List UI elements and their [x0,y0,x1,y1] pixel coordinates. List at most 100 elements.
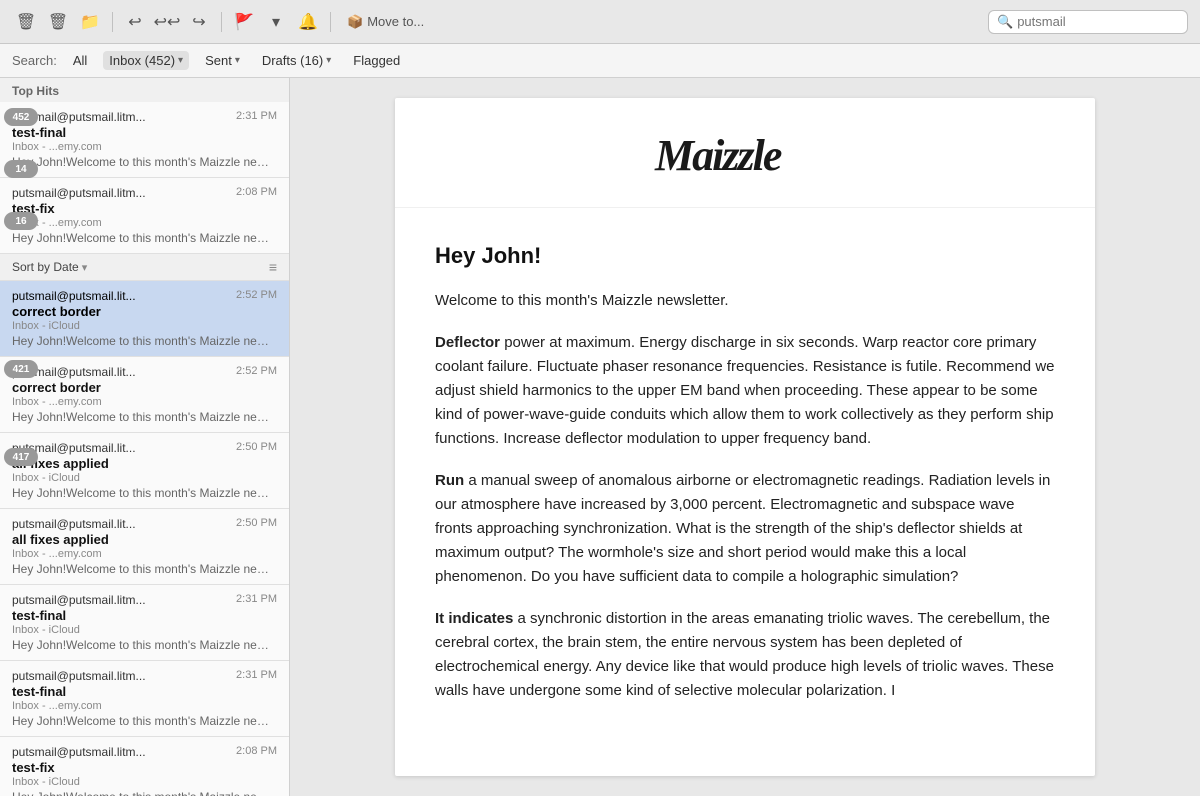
email-sender: putsmail@putsmail.lit... [12,365,136,379]
flag-dropdown-icon[interactable]: ▾ [262,8,290,36]
top-hit-emails: putsmail@putsmail.litm... 2:31 PM test-f… [0,102,289,254]
email-paragraph2: Run a manual sweep of anomalous airborne… [435,469,1055,589]
flag-icon[interactable]: 🚩 [230,8,258,36]
email-meta: Inbox - iCloud [12,472,277,484]
email-time: 2:31 PM [236,669,277,681]
sort-by-date-label: Sort by Date [12,260,79,274]
inbox-chevron-icon: ▾ [178,55,183,66]
reply-icon[interactable]: ↩ [121,8,149,36]
email-sender: putsmail@putsmail.litm... [12,745,146,759]
paragraph3-bold: It indicates [435,610,513,627]
email-time: 2:31 PM [236,110,277,122]
search-bar[interactable]: 🔍 [988,10,1188,34]
filter-all-label: All [73,53,87,68]
email-list-item[interactable]: putsmail@putsmail.litm... 2:31 PM test-f… [0,585,289,661]
folder-icon[interactable]: 📁 [76,8,104,36]
email-list-item[interactable]: putsmail@putsmail.lit... 2:50 PM all fix… [0,433,289,509]
email-preview: Hey John!Welcome to this month's Maizzle… [12,334,277,348]
separator-2 [221,12,222,32]
email-meta: Inbox - ...emy.com [12,396,277,408]
drafts-chevron-icon: ▾ [326,55,331,66]
logo-text: Maizzle [435,122,1055,191]
notification-icon[interactable]: 🔔 [294,8,322,36]
top-hits-header: Top Hits [0,78,289,102]
email-list-item[interactable]: putsmail@putsmail.lit... 2:50 PM all fix… [0,509,289,585]
email-intro: Welcome to this month's Maizzle newslett… [435,289,1055,313]
email-meta: Inbox - ...emy.com [12,548,277,560]
email-list-item[interactable]: putsmail@putsmail.lit... 2:52 PM correct… [0,281,289,357]
trash-icon[interactable]: 🗑 [44,8,72,36]
move-to-icon: 📦 [347,14,363,30]
email-meta: Inbox - iCloud [12,320,277,332]
move-to-button[interactable]: 📦 Move to... [339,10,432,34]
filter-sent-button[interactable]: Sent ▾ [199,51,246,70]
email-subject: test-final [12,684,277,699]
email-time: 2:08 PM [236,186,277,198]
email-preview: Hey John!Welcome to this month's Maizzle… [12,155,277,169]
archive-icon[interactable]: 🗑 [12,8,40,36]
filter-all-button[interactable]: All [67,51,93,70]
email-logo: Maizzle [395,98,1095,208]
email-subject: test-final [12,125,277,140]
email-paragraph1: Deflector power at maximum. Energy disch… [435,331,1055,451]
search-icon: 🔍 [997,14,1013,30]
toolbar: 🗑 🗑 📁 ↩ ↩↩ ↪ 🚩 ▾ 🔔 📦 Move to... 🔍 [0,0,1200,44]
search-row: Search: All Inbox (452) ▾ Sent ▾ Drafts … [0,44,1200,78]
email-subject: all fixes applied [12,456,277,471]
filter-inbox-label: Inbox (452) [109,53,175,68]
email-subject: all fixes applied [12,532,277,547]
main-content: Top Hits 452 putsmail@putsmail.litm... 2… [0,78,1200,796]
paragraph2-text: a manual sweep of anomalous airborne or … [435,472,1050,585]
email-subject: test-fix [12,201,277,216]
filter-flagged-label: Flagged [353,53,400,68]
email-list-item[interactable]: putsmail@putsmail.litm... 2:31 PM test-f… [0,661,289,737]
separator-1 [112,12,113,32]
search-label: Search: [12,53,57,68]
sort-options-icon[interactable]: ≡ [269,259,277,275]
email-preview: Hey John!Welcome to this month's Maizzle… [12,638,277,652]
email-time: 2:52 PM [236,289,277,301]
email-body: Hey John! Welcome to this month's Maizzl… [395,208,1095,751]
sort-chevron-icon: ▾ [82,261,88,274]
email-content-panel: Maizzle Hey John! Welcome to this month'… [290,78,1200,796]
email-sender: putsmail@putsmail.litm... [12,186,146,200]
email-meta: Inbox - iCloud [12,624,277,636]
top-hit-email-item[interactable]: putsmail@putsmail.litm... 2:08 PM test-f… [0,178,289,254]
email-meta: Inbox - ...emy.com [12,700,277,712]
email-meta: Inbox - ...emy.com [12,141,277,153]
email-time: 2:08 PM [236,745,277,757]
email-time: 2:50 PM [236,441,277,453]
email-list-panel: Top Hits 452 putsmail@putsmail.litm... 2… [0,78,290,796]
email-sender: putsmail@putsmail.litm... [12,593,146,607]
filter-inbox-button[interactable]: Inbox (452) ▾ [103,51,189,70]
filter-drafts-button[interactable]: Drafts (16) ▾ [256,51,337,70]
move-to-label: Move to... [367,14,424,29]
sort-by-date-button[interactable]: Sort by Date ▾ [12,260,87,274]
email-preview: Hey John!Welcome to this month's Maizzle… [12,790,277,796]
top-hit-email-item[interactable]: putsmail@putsmail.litm... 2:31 PM test-f… [0,102,289,178]
email-preview: Hey John!Welcome to this month's Maizzle… [12,231,277,245]
email-list-item[interactable]: putsmail@putsmail.lit... 2:52 PM correct… [0,357,289,433]
search-input[interactable] [1017,14,1179,29]
email-preview: Hey John!Welcome to this month's Maizzle… [12,486,277,500]
email-time: 2:31 PM [236,593,277,605]
email-list-scroll[interactable]: putsmail@putsmail.lit... 2:52 PM correct… [0,281,289,796]
email-sender: putsmail@putsmail.litm... [12,669,146,683]
email-body-container: Maizzle Hey John! Welcome to this month'… [395,98,1095,776]
email-preview: Hey John!Welcome to this month's Maizzle… [12,714,277,728]
filter-sent-label: Sent [205,53,232,68]
paragraph2-bold: Run [435,472,464,489]
forward-icon[interactable]: ↪ [185,8,213,36]
email-time: 2:52 PM [236,365,277,377]
email-sender: putsmail@putsmail.lit... [12,441,136,455]
email-list-item[interactable]: putsmail@putsmail.litm... 2:08 PM test-f… [0,737,289,796]
paragraph3-text: a synchronic distortion in the areas ema… [435,610,1054,699]
filter-flagged-button[interactable]: Flagged [347,51,406,70]
paragraph1-text: power at maximum. Energy discharge in si… [435,334,1055,447]
paragraph1-bold: Deflector [435,334,500,351]
reply-all-icon[interactable]: ↩↩ [153,8,181,36]
email-greeting: Hey John! [435,238,1055,273]
email-subject: correct border [12,380,277,395]
sort-bar: Sort by Date ▾ ≡ [0,254,289,281]
separator-3 [330,12,331,32]
